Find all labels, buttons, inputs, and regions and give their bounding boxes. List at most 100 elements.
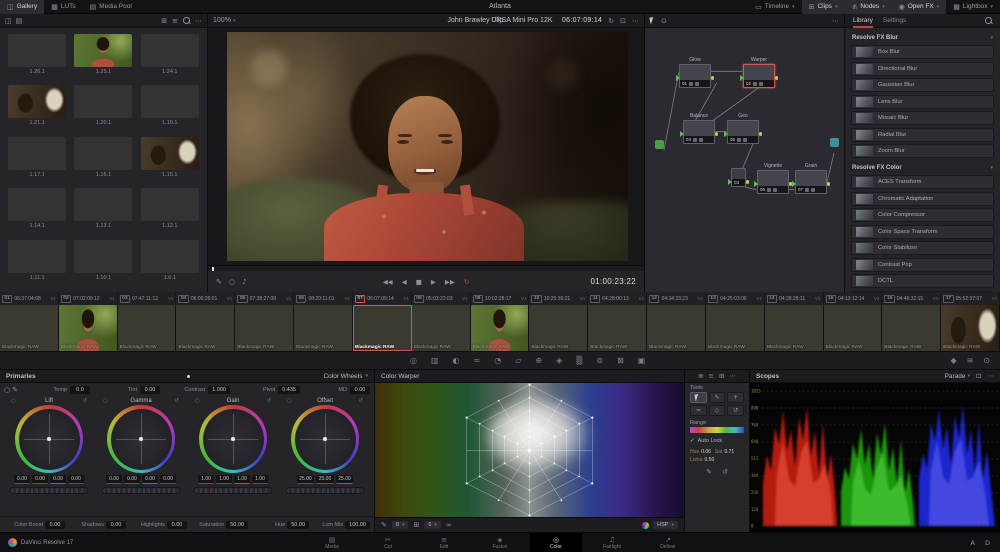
page-tab[interactable]: ◎ Color	[530, 532, 582, 552]
step-back-icon[interactable]: ◀	[402, 278, 407, 286]
color-wheel[interactable]	[107, 405, 175, 473]
top-left-button[interactable]: ◫ Gallery	[0, 0, 45, 14]
adjustment-value[interactable]: 0.0	[69, 386, 90, 394]
wheel-value[interactable]: 0.00	[106, 475, 122, 484]
still-thumbnail[interactable]	[140, 188, 199, 222]
wheel-value[interactable]: 25.00	[296, 475, 315, 484]
key-icon[interactable]: ⊚	[596, 356, 603, 365]
more-options-icon[interactable]: ⋯	[729, 372, 736, 380]
fx-item[interactable]: DCTL	[851, 274, 994, 288]
still-thumbnail[interactable]	[74, 188, 133, 222]
expand-icon[interactable]: ⊡	[620, 17, 626, 25]
wheel-value[interactable]: 25.00	[335, 475, 354, 484]
wheel-reset-icon[interactable]: ↺	[266, 398, 271, 404]
viewer-zoom-level[interactable]: 100%	[213, 17, 231, 24]
wheel-reset-icon[interactable]: ↺	[358, 398, 363, 404]
node-output-port[interactable]	[826, 182, 830, 186]
timeline-clip[interactable]: 09 10:02:28:17 V1 Blackmagic RAW	[470, 292, 530, 351]
flip-icon[interactable]: ↻	[608, 17, 614, 25]
wheel-value[interactable]: 0.00	[160, 475, 176, 484]
timeline-clip[interactable]: 07 06:07:09:14 V1 Blackmagic RAW	[352, 292, 412, 351]
grid-icon[interactable]: ⊞	[413, 521, 419, 529]
gallery-still[interactable]: 1.11.1	[7, 239, 67, 286]
node-output-port[interactable]	[745, 180, 749, 184]
clip-thumbnail[interactable]: Blackmagic RAW	[882, 305, 942, 351]
timeline-clip[interactable]: 13 04:25:03:06 V1 Blackmagic RAW	[705, 292, 765, 351]
search-icon[interactable]	[183, 17, 190, 24]
clip-thumbnail[interactable]: Blackmagic RAW	[411, 305, 471, 351]
still-thumbnail[interactable]	[8, 34, 67, 67]
clip-thumbnail[interactable]: Blackmagic RAW	[117, 305, 177, 351]
fx-item[interactable]: Box Blur	[851, 45, 994, 59]
clip-thumbnail[interactable]: Blackmagic RAW	[823, 305, 883, 351]
gallery-still[interactable]: 1.19.1	[140, 85, 200, 131]
wheel-indicator[interactable]	[139, 437, 143, 441]
node-input-port[interactable]	[740, 75, 744, 81]
node-input-port[interactable]	[792, 181, 796, 187]
still-thumbnail[interactable]	[74, 34, 133, 67]
clip-thumbnail[interactable]: Blackmagic RAW	[941, 305, 1000, 351]
blur-icon[interactable]: ▒	[576, 356, 582, 365]
node-options-icon[interactable]: ⊙	[661, 17, 667, 25]
tool-value-field[interactable]: Hue 0.06	[690, 449, 711, 455]
clip-thumbnail[interactable]: Blackmagic RAW	[588, 305, 648, 351]
master-wheel-slider[interactable]	[194, 487, 272, 494]
top-right-button[interactable]: ◉ Open FX ▾	[891, 0, 947, 14]
curves-icon[interactable]: ≈	[474, 356, 481, 365]
adjustment-value[interactable]: 0.00	[167, 520, 187, 529]
page-tab[interactable]: ◈ Fusion	[474, 533, 526, 552]
fx-item[interactable]: Zoom Blur	[851, 144, 994, 158]
node-graph[interactable]: Glow 01 Warper 02 Balance 04 Geo 05 03 V…	[645, 28, 844, 292]
audio-mute-icon[interactable]: ♪	[242, 278, 246, 286]
fx-section-title[interactable]: Resolve FX Blur	[852, 35, 898, 41]
gallery-still[interactable]: 1.16.1	[73, 136, 133, 183]
adjustment-value[interactable]: 50.00	[226, 520, 248, 529]
wheel-value[interactable]: 25.00	[316, 475, 334, 484]
stop-icon[interactable]: ■	[416, 278, 422, 286]
node-thumbnail[interactable]: 04	[680, 120, 718, 144]
viewer-canvas[interactable]	[208, 28, 644, 265]
master-wheel-slider[interactable]	[102, 487, 180, 494]
fx-item[interactable]: Color Compressor	[851, 208, 994, 222]
clip-thumbnail[interactable]: Blackmagic RAW	[176, 305, 236, 351]
page-tab[interactable]: ≡ Edit	[418, 533, 470, 552]
fx-item[interactable]: Directional Blur	[851, 61, 994, 76]
node-input-port[interactable]	[724, 131, 728, 137]
warper-canvas[interactable]	[375, 383, 684, 517]
wheel-value[interactable]: 1.00	[198, 475, 214, 484]
node-output-port[interactable]	[710, 76, 714, 80]
sizing-icon[interactable]: ⊠	[617, 356, 624, 365]
still-thumbnail[interactable]	[8, 239, 67, 273]
project-manager-icon[interactable]: D	[985, 539, 990, 547]
clip-thumbnail[interactable]: Blackmagic RAW	[0, 305, 59, 351]
output-node[interactable]	[830, 138, 839, 147]
more-options-icon[interactable]: ⋯	[195, 17, 202, 25]
gallery-still[interactable]: 1.20.1	[73, 85, 133, 131]
clip-thumbnail[interactable]: Blackmagic RAW	[529, 305, 589, 351]
still-thumbnail[interactable]	[74, 136, 133, 170]
graph-node[interactable]: Glow 01	[676, 57, 714, 88]
still-thumbnail[interactable]	[140, 239, 199, 273]
top-right-button[interactable]: ▭ Timeline ▾	[748, 0, 801, 14]
fx-item[interactable]: Radial Blur	[851, 127, 994, 142]
curve-tool-button[interactable]: ≈	[690, 405, 707, 416]
expand-icon[interactable]: ⊡	[976, 372, 981, 380]
more-options-icon[interactable]: ⋯	[632, 17, 639, 25]
tools-header-icon[interactable]: ⊕	[698, 372, 703, 380]
tool-value-field[interactable]: Sat 0.71	[715, 449, 734, 455]
node-output-port[interactable]	[758, 132, 762, 136]
timeline-clip[interactable]: 17 05:52:37:07 V1 Blackmagic RAW	[941, 292, 1000, 351]
timeline-clip[interactable]: 12 04:34:33:23 V1 Blackmagic RAW	[647, 292, 706, 351]
timeline-clip[interactable]: 16 04:46:32:15 V1 Blackmagic RAW	[882, 292, 942, 351]
hdr-icon[interactable]: ◐	[453, 356, 460, 365]
wheel-value[interactable]: 1.00	[216, 475, 232, 484]
wheel-value[interactable]: 0.00	[142, 475, 158, 484]
fx-item[interactable]: Contrast Pop	[851, 257, 994, 272]
memories-icon[interactable]: ▤	[16, 17, 23, 25]
top-left-button[interactable]: ▤ Media Pool	[83, 0, 139, 14]
adjustment-value[interactable]: 0.00	[106, 520, 126, 529]
color-wheel[interactable]	[199, 405, 267, 473]
picker-icon[interactable]: ✎	[706, 468, 712, 476]
clip-thumbnail[interactable]: Blackmagic RAW	[294, 305, 353, 351]
auto-balance-icon[interactable]: ○	[4, 386, 10, 394]
